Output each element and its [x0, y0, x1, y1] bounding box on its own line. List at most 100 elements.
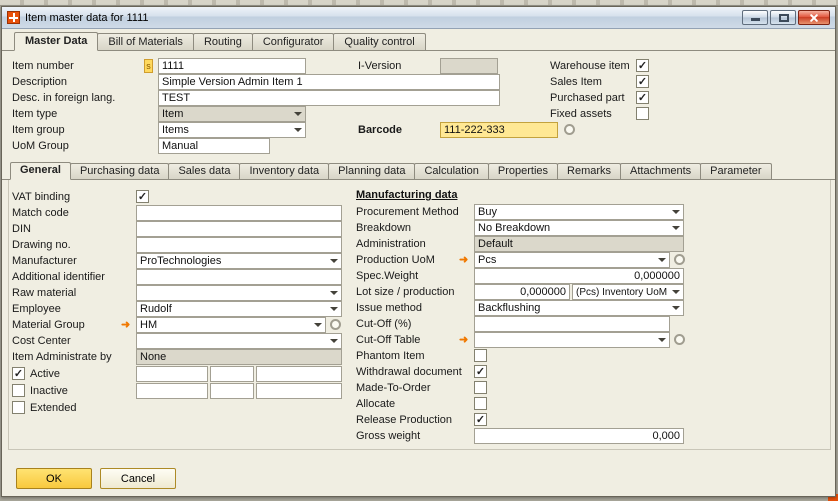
- tab-planning-data[interactable]: Planning data: [328, 163, 415, 179]
- barcode-field[interactable]: 111-222-333: [440, 122, 558, 138]
- active-from-field[interactable]: [136, 366, 208, 382]
- gross-weight-field[interactable]: 0,000: [474, 428, 684, 444]
- item-number-field[interactable]: 1111: [158, 58, 306, 74]
- item-type-select[interactable]: Item: [158, 106, 306, 122]
- tab-quality-control[interactable]: Quality control: [333, 33, 425, 50]
- material-group-link-arrow-icon[interactable]: ➜: [121, 319, 130, 331]
- production-uom-link-arrow-icon[interactable]: ➜: [459, 254, 468, 266]
- tab-attachments[interactable]: Attachments: [620, 163, 701, 179]
- i-version-label: I-Version: [358, 58, 401, 74]
- issue-method-select[interactable]: Backflushing: [474, 300, 684, 316]
- breakdown-select[interactable]: No Breakdown: [474, 220, 684, 236]
- lot-size-uom-select[interactable]: (Pcs) Inventory UoM: [572, 284, 684, 300]
- extended-label: Extended: [30, 400, 76, 416]
- active-checkbox[interactable]: ✓: [12, 367, 25, 380]
- tab-properties[interactable]: Properties: [488, 163, 558, 179]
- titlebar[interactable]: Item master data for 1111: [2, 7, 835, 29]
- dropdown-arrow-icon[interactable]: [327, 334, 341, 348]
- purchased-part-checkbox[interactable]: ✓: [636, 91, 649, 104]
- inactive-to-field[interactable]: [210, 383, 254, 399]
- cut-off-table-options-icon[interactable]: [674, 334, 685, 345]
- withdrawal-document-label: Withdrawal document: [356, 364, 462, 380]
- production-uom-select[interactable]: Pcs: [474, 252, 670, 268]
- additional-identifier-field[interactable]: [136, 269, 342, 285]
- vat-binding-checkbox[interactable]: ✓: [136, 190, 149, 203]
- warehouse-item-label: Warehouse item: [550, 58, 630, 74]
- tab-inventory-data[interactable]: Inventory data: [239, 163, 329, 179]
- minimize-button[interactable]: [742, 10, 768, 25]
- dropdown-arrow-icon[interactable]: [669, 205, 683, 219]
- description-field[interactable]: Simple Version Admin Item 1: [158, 74, 500, 90]
- sales-item-label: Sales Item: [550, 74, 602, 90]
- match-code-field[interactable]: [136, 205, 342, 221]
- dropdown-arrow-icon[interactable]: [669, 285, 683, 299]
- item-group-label: Item group: [12, 122, 65, 138]
- checkmark: ✓: [638, 92, 647, 104]
- manufacturer-select[interactable]: ProTechnologies: [136, 253, 342, 269]
- dropdown-arrow-icon[interactable]: [291, 107, 305, 121]
- tab-routing[interactable]: Routing: [193, 33, 253, 50]
- barcode-options-icon[interactable]: [564, 124, 575, 135]
- withdrawal-document-checkbox[interactable]: ✓: [474, 365, 487, 378]
- dropdown-arrow-icon[interactable]: [311, 318, 325, 332]
- uom-group-field[interactable]: Manual: [158, 138, 270, 154]
- ok-button[interactable]: OK: [16, 468, 92, 489]
- dropdown-arrow-icon[interactable]: [327, 286, 341, 300]
- inactive-checkbox[interactable]: [12, 384, 25, 397]
- cut-off-table-select[interactable]: [474, 332, 670, 348]
- material-group-select[interactable]: HM: [136, 317, 326, 333]
- fixed-assets-checkbox[interactable]: [636, 107, 649, 120]
- raw-material-select[interactable]: [136, 285, 342, 301]
- sales-item-checkbox[interactable]: ✓: [636, 75, 649, 88]
- warehouse-item-checkbox[interactable]: ✓: [636, 59, 649, 72]
- inactive-remarks-field[interactable]: [256, 383, 342, 399]
- tab-general[interactable]: General: [10, 162, 71, 180]
- dropdown-arrow-icon[interactable]: [327, 254, 341, 268]
- dropdown-arrow-icon[interactable]: [669, 301, 683, 315]
- din-field[interactable]: [136, 221, 342, 237]
- cut-off-pct-field[interactable]: [474, 316, 670, 332]
- lot-size-field[interactable]: 0,000000: [474, 284, 570, 300]
- tab-bill-of-materials[interactable]: Bill of Materials: [97, 33, 194, 50]
- drawing-no-field[interactable]: [136, 237, 342, 253]
- allocate-checkbox[interactable]: [474, 397, 487, 410]
- item-type-value: Item: [162, 108, 183, 120]
- dropdown-arrow-glyph: [330, 259, 338, 263]
- breakdown-label: Breakdown: [356, 220, 411, 236]
- cost-center-select[interactable]: [136, 333, 342, 349]
- tab-remarks[interactable]: Remarks: [557, 163, 621, 179]
- production-uom-options-icon[interactable]: [674, 254, 685, 265]
- tab-sales-data[interactable]: Sales data: [168, 163, 240, 179]
- spec-weight-field[interactable]: 0,000000: [474, 268, 684, 284]
- employee-value: Rudolf: [140, 303, 172, 315]
- tab-purchasing-data[interactable]: Purchasing data: [70, 163, 170, 179]
- dropdown-arrow-icon[interactable]: [655, 253, 669, 267]
- tab-calculation[interactable]: Calculation: [414, 163, 488, 179]
- cost-center-label: Cost Center: [12, 333, 71, 349]
- active-remarks-field[interactable]: [256, 366, 342, 382]
- close-button[interactable]: [798, 10, 830, 25]
- desc-foreign-field[interactable]: TEST: [158, 90, 500, 106]
- dropdown-arrow-icon[interactable]: [669, 221, 683, 235]
- dropdown-arrow-icon[interactable]: [327, 302, 341, 316]
- cancel-button[interactable]: Cancel: [100, 468, 176, 489]
- maximize-button[interactable]: [770, 10, 796, 25]
- active-to-field[interactable]: [210, 366, 254, 382]
- made-to-order-checkbox[interactable]: [474, 381, 487, 394]
- employee-select[interactable]: Rudolf: [136, 301, 342, 317]
- cut-off-table-link-arrow-icon[interactable]: ➜: [459, 334, 468, 346]
- phantom-item-checkbox[interactable]: [474, 349, 487, 362]
- inactive-from-field[interactable]: [136, 383, 208, 399]
- tab-master-data[interactable]: Master Data: [14, 32, 98, 51]
- dropdown-arrow-icon[interactable]: [655, 333, 669, 347]
- tab-configurator[interactable]: Configurator: [252, 33, 335, 50]
- inactive-label: Inactive: [30, 383, 68, 399]
- release-production-checkbox[interactable]: ✓: [474, 413, 487, 426]
- material-group-options-icon[interactable]: [330, 319, 341, 330]
- tab-parameter[interactable]: Parameter: [700, 163, 771, 179]
- extended-checkbox[interactable]: [12, 401, 25, 414]
- item-group-select[interactable]: Items: [158, 122, 306, 138]
- dropdown-arrow-icon[interactable]: [291, 123, 305, 137]
- procurement-method-select[interactable]: Buy: [474, 204, 684, 220]
- issue-method-label: Issue method: [356, 300, 422, 316]
